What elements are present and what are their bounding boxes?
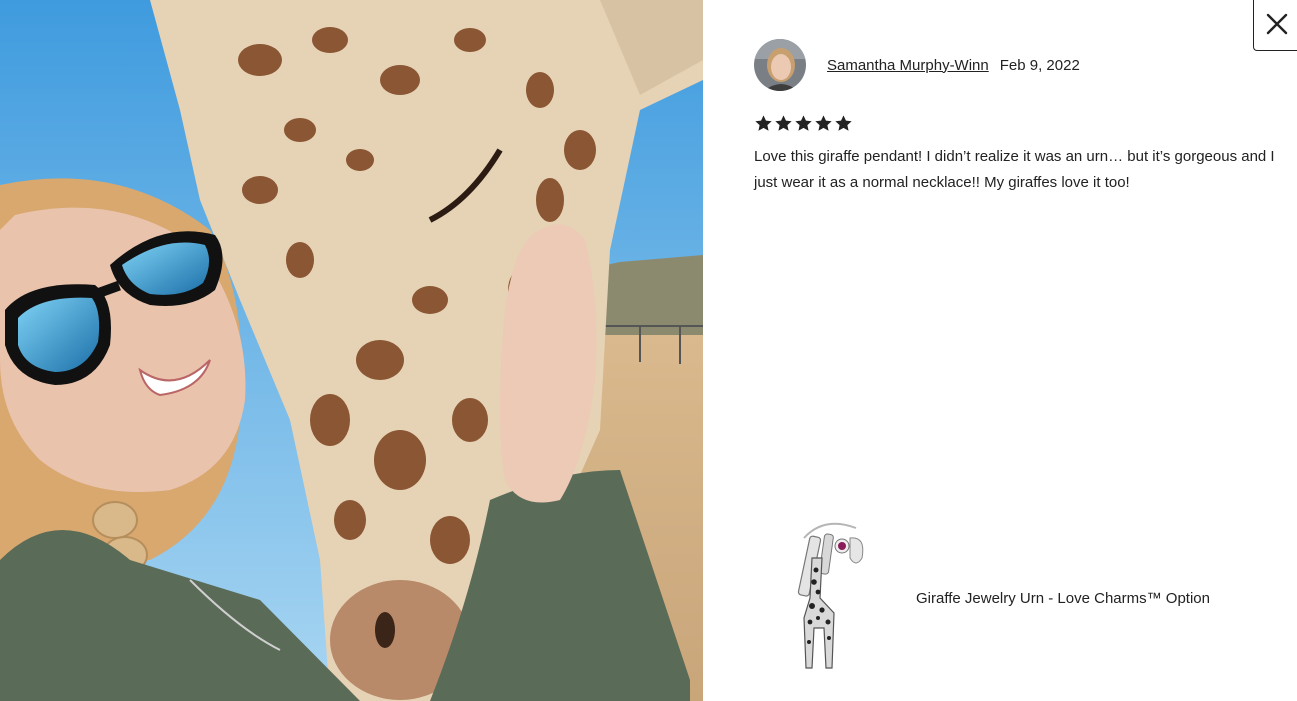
review-photo-illustration — [0, 0, 703, 701]
product-thumbnail[interactable] — [774, 518, 874, 678]
reviewer-name-link[interactable]: Samantha Murphy-Winn — [827, 57, 989, 74]
star-icon — [815, 115, 832, 131]
star-icon — [795, 115, 812, 131]
star-icon — [755, 115, 772, 131]
star-rating — [754, 114, 853, 133]
avatar-image — [754, 39, 806, 91]
review-date: Feb 9, 2022 — [999, 56, 1080, 74]
close-icon — [1266, 13, 1288, 35]
product-link[interactable]: Giraffe Jewelry Urn - Love Charms™ Optio… — [774, 518, 1210, 678]
review-text: Love this giraffe pendant! I didn’t real… — [754, 148, 1275, 191]
reviewer-avatar[interactable] — [754, 39, 806, 91]
reviewer-header: Samantha Murphy-Winn Feb 9, 2022 — [754, 39, 1080, 91]
star-icon — [775, 115, 792, 131]
review-photo — [0, 0, 703, 701]
star-icon — [835, 115, 852, 131]
close-button[interactable] — [1253, 0, 1297, 51]
giraffe-pendant-image — [797, 522, 864, 669]
product-title[interactable]: Giraffe Jewelry Urn - Love Charms™ Optio… — [916, 590, 1210, 607]
